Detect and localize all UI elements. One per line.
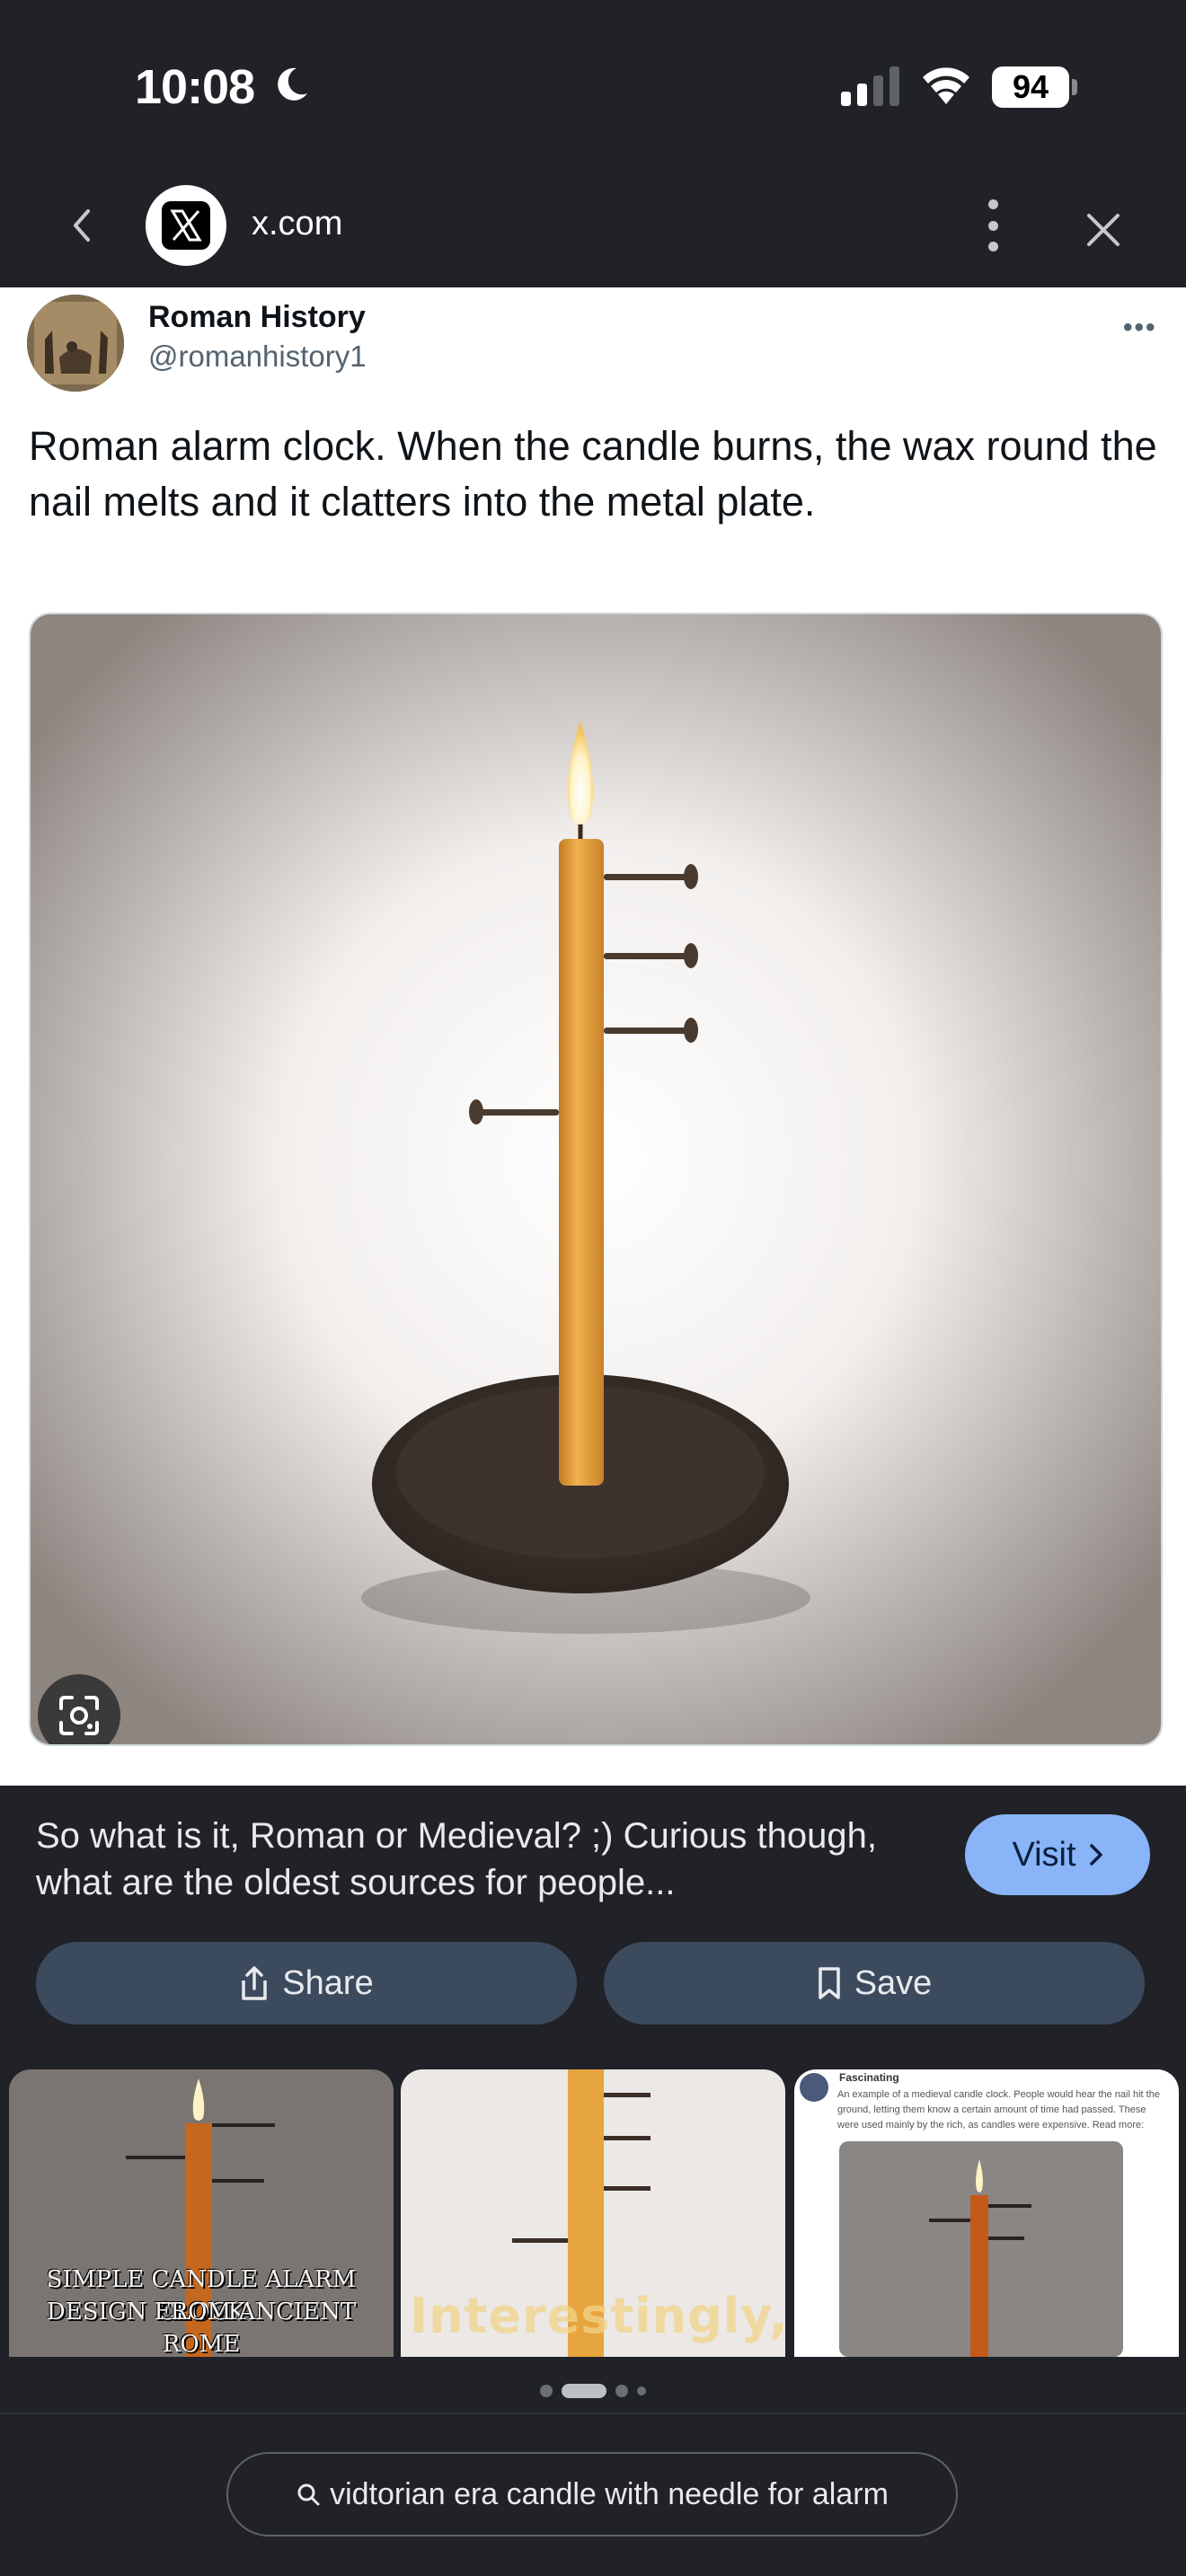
bookmark-icon (818, 1967, 840, 1999)
visit-button[interactable]: Visit (965, 1814, 1150, 1895)
share-button[interactable]: Share (36, 1942, 577, 2025)
x-logo-icon (170, 209, 202, 242)
divider (0, 2413, 1186, 2414)
search-query-pill[interactable]: vidtorian era candle with needle for ala… (226, 2452, 958, 2536)
carousel-dot (615, 2385, 628, 2397)
tweet-more-button[interactable]: ••• (1123, 313, 1157, 343)
battery-icon: 94 (992, 66, 1078, 108)
status-time: 10:08 (135, 60, 255, 114)
back-arrow-icon (74, 209, 90, 242)
save-button[interactable]: Save (604, 1942, 1145, 2025)
wifi-icon (923, 67, 969, 104)
related-caption-2: Interestingly, (410, 2288, 785, 2344)
tweet-image[interactable] (29, 613, 1163, 1746)
related-author-3: Fascinating (839, 2071, 899, 2084)
close-button[interactable] (1075, 201, 1132, 259)
carousel-dot (637, 2386, 646, 2395)
share-label: Share (282, 1963, 374, 2002)
more-vertical-icon (987, 199, 998, 209)
battery-tip (1072, 79, 1077, 95)
related-image-3[interactable]: Fascinating An example of a medieval can… (794, 2069, 1179, 2357)
related-image-1[interactable]: SIMPLE CANDLE ALARM CLOCK DESIGN FROM AN… (9, 2069, 394, 2357)
site-favicon (146, 185, 226, 266)
cellular-signal-icon (841, 66, 899, 106)
search-query-text: vidtorian era candle with needle for ala… (330, 2476, 889, 2511)
related-text-3: An example of a medieval candle clock. P… (837, 2089, 1160, 2130)
author-name[interactable]: Roman History (148, 300, 366, 335)
site-url[interactable]: x.com (252, 205, 342, 243)
result-description: So what is it, Roman or Medieval? ;) Cur… (36, 1816, 877, 1902)
close-icon (1087, 214, 1120, 246)
share-icon (242, 1966, 268, 2000)
chevron-right-icon (1089, 1844, 1102, 1866)
status-bar: 10:08 94 (0, 0, 1186, 171)
search-icon (297, 2483, 320, 2506)
visit-label: Visit (1012, 1835, 1076, 1874)
tweet-text: Roman alarm clock. When the candle burns… (29, 423, 1157, 525)
author-handle[interactable]: @romanhistory1 (148, 340, 367, 374)
moon-icon (278, 67, 307, 101)
carousel-dot-active (562, 2384, 606, 2398)
carousel-dot (540, 2385, 553, 2397)
more-options-button[interactable] (970, 196, 1015, 255)
browser-toolbar: x.com (0, 171, 1186, 287)
lens-icon (59, 1696, 99, 1735)
back-button[interactable] (54, 198, 110, 253)
avatar[interactable] (27, 295, 124, 392)
carousel-indicator (0, 2384, 1186, 2398)
save-label: Save (854, 1963, 933, 2002)
related-image-2[interactable]: Interestingly, (401, 2069, 785, 2357)
related-caption-1b: DESIGN FROM ANCIENT ROME (46, 2298, 357, 2357)
lens-result-panel: So what is it, Roman or Medieval? ;) Cur… (0, 1786, 1186, 2576)
battery-level: 94 (992, 66, 1069, 108)
tweet-card: Roman History @romanhistory1 ••• Roman a… (0, 287, 1186, 1786)
